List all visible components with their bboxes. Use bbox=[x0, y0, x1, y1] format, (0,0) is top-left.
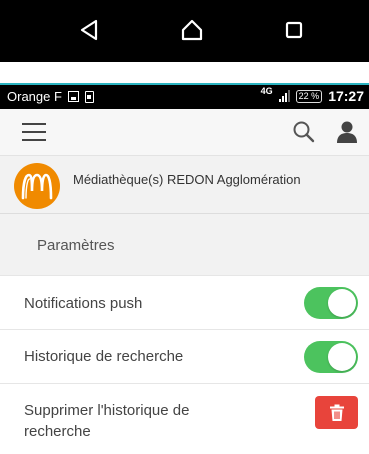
phone-notification-icon bbox=[84, 90, 94, 103]
settings-section-header: Paramètres bbox=[0, 214, 369, 276]
network-type: 4G bbox=[260, 86, 273, 96]
notifications-toggle[interactable] bbox=[304, 287, 358, 319]
delete-history-button[interactable] bbox=[315, 396, 358, 429]
menu-icon[interactable] bbox=[22, 123, 46, 143]
setting-row-search-history: Historique de recherche bbox=[0, 330, 369, 384]
setting-label: Historique de recherche bbox=[24, 348, 184, 365]
clock: 17:27 bbox=[328, 88, 364, 104]
search-history-toggle[interactable] bbox=[304, 341, 358, 373]
trash-icon bbox=[329, 404, 344, 421]
setting-row-delete-history: Supprimer l'historique de recherche bbox=[0, 384, 369, 454]
image-notification-icon bbox=[67, 91, 79, 102]
library-name: Médiathèque(s) REDON Agglomération bbox=[73, 172, 301, 187]
system-navigation-bar bbox=[0, 0, 369, 62]
toggle-knob bbox=[328, 289, 356, 317]
carrier-label: Orange F bbox=[7, 89, 62, 104]
toggle-knob bbox=[328, 343, 356, 371]
setting-label: Notifications push bbox=[24, 295, 143, 312]
library-header[interactable]: Médiathèque(s) REDON Agglomération bbox=[0, 156, 369, 214]
app-bar bbox=[0, 109, 369, 156]
search-icon[interactable] bbox=[291, 119, 317, 145]
library-logo bbox=[14, 163, 60, 209]
setting-row-notifications: Notifications push bbox=[0, 276, 369, 330]
user-icon[interactable] bbox=[334, 119, 360, 145]
recent-apps-icon[interactable] bbox=[282, 18, 306, 42]
status-bar: Orange F 4G 22 % 17:27 bbox=[0, 85, 369, 109]
divider bbox=[0, 62, 369, 85]
back-icon[interactable] bbox=[77, 18, 101, 42]
setting-label: Supprimer l'historique de recherche bbox=[24, 402, 190, 440]
battery-indicator: 22 % bbox=[295, 89, 323, 103]
page-title: Paramètres bbox=[37, 237, 115, 254]
home-icon[interactable] bbox=[180, 18, 204, 42]
signal-icon bbox=[278, 90, 290, 102]
